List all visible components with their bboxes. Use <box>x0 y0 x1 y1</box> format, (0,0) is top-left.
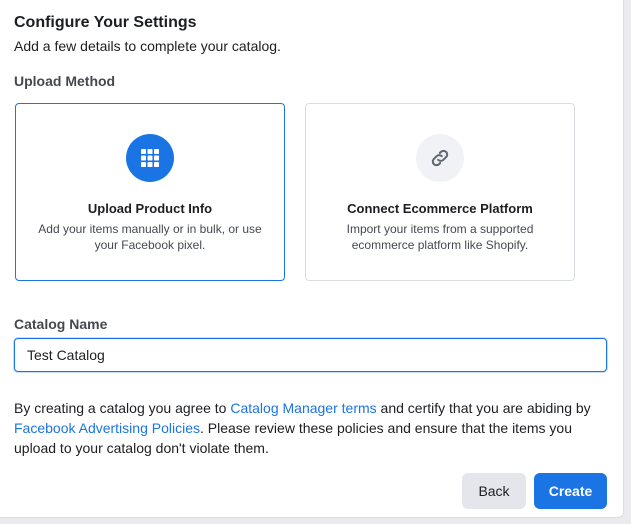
option-title: Connect Ecommerce Platform <box>347 201 533 216</box>
dialog-title: Configure Your Settings <box>14 14 197 31</box>
catalog-manager-terms-link[interactable]: Catalog Manager terms <box>230 400 376 416</box>
upload-method-label: Upload Method <box>14 73 116 89</box>
catalog-name-label: Catalog Name <box>14 316 108 332</box>
option-description: Add your items manually or in bulk, or u… <box>38 222 262 252</box>
create-button[interactable]: Create <box>534 473 607 509</box>
catalog-name-input[interactable] <box>14 338 607 372</box>
option-title: Upload Product Info <box>87 201 213 216</box>
back-button[interactable]: Back <box>462 473 526 509</box>
facebook-advertising-policies-link[interactable]: Facebook Advertising Policies <box>14 420 200 436</box>
terms-text: By creating a catalog you agree to Catal… <box>14 400 591 456</box>
connect-ecommerce-platform-option[interactable]: Connect Ecommerce Platform Import your i… <box>305 103 575 281</box>
dialog-subtitle: Add a few details to complete your catal… <box>14 38 281 54</box>
grid-icon <box>126 134 174 182</box>
upload-product-info-option[interactable]: Upload Product Info Add your items manua… <box>15 103 285 281</box>
configure-settings-dialog: Configure Your Settings Add a few detail… <box>0 0 624 518</box>
option-description: Import your items from a supported ecomm… <box>346 222 534 252</box>
link-icon <box>416 134 464 182</box>
